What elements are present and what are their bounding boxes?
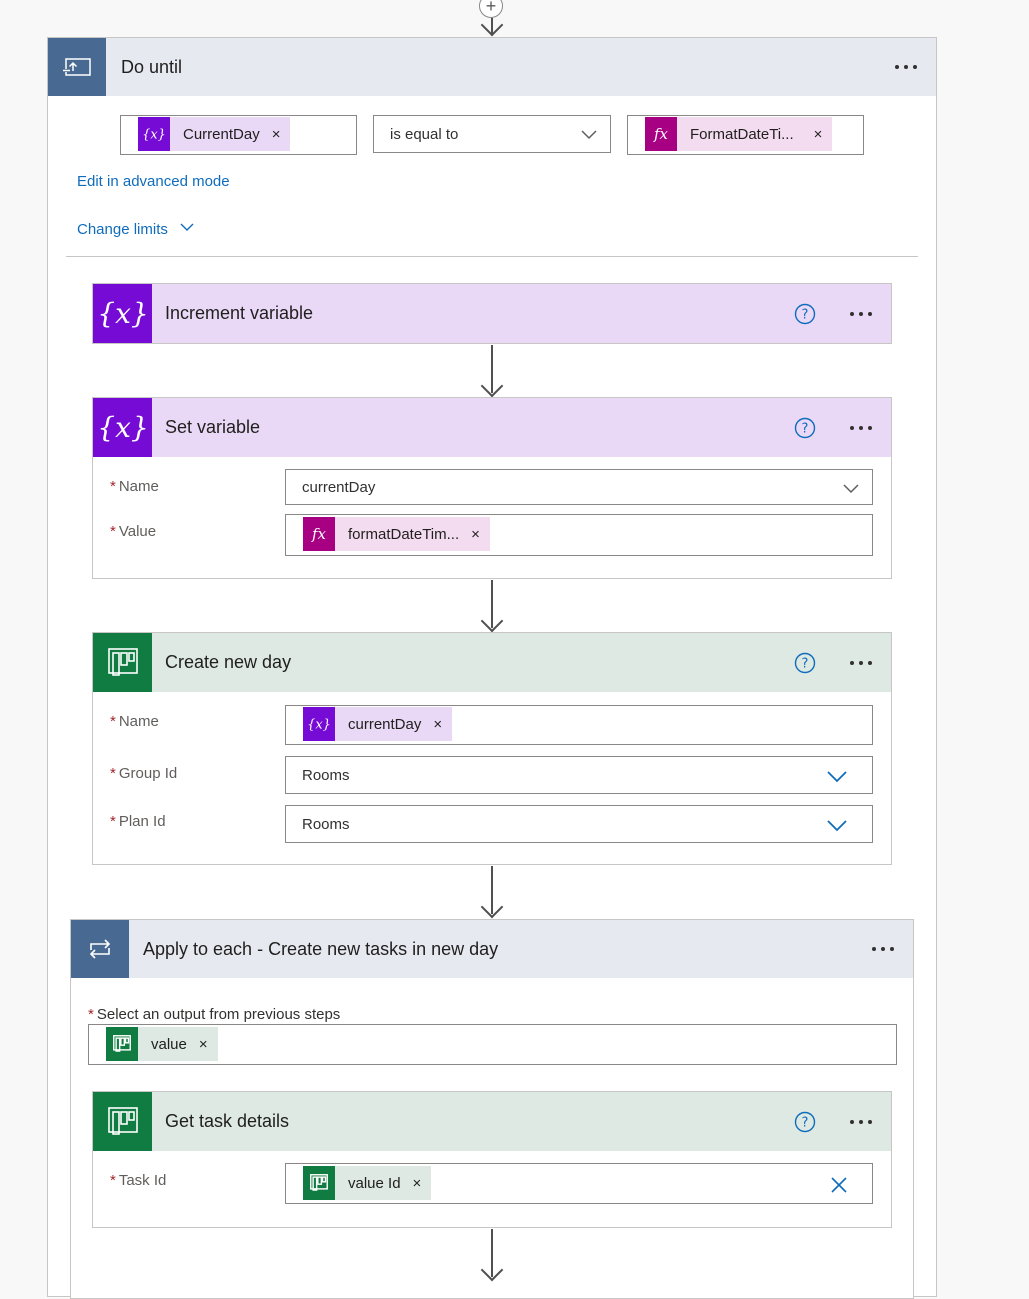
remove-token-icon[interactable]: ×	[459, 527, 490, 542]
condition-right-input[interactable]: fx FormatDateTi... ×	[627, 115, 864, 155]
remove-token-icon[interactable]: ×	[187, 1037, 218, 1052]
variable-icon: {x}	[93, 284, 152, 343]
do-until-title: Do until	[121, 57, 183, 77]
select-output-input[interactable]: value ×	[88, 1024, 897, 1065]
operator-value: is equal to	[390, 125, 459, 143]
task-id-input[interactable]: value Id ×	[285, 1163, 873, 1204]
get-task-details-title: Get task details	[165, 1111, 290, 1131]
remove-token-icon[interactable]: ×	[794, 127, 833, 142]
token-label: value	[151, 1035, 187, 1053]
set-variable-card: {x} Set variable ? * Name currentDay * Val…	[92, 397, 892, 579]
name-label: * Name	[110, 713, 159, 730]
help-icon[interactable]: ?	[794, 417, 816, 439]
chevron-down-icon	[827, 820, 847, 832]
value-input[interactable]: fx formatDateTim... ×	[285, 514, 873, 556]
name-value: currentDay	[302, 478, 376, 496]
planner-icon	[93, 633, 152, 692]
token-label: FormatDateTi...	[690, 125, 794, 143]
condition-left-input[interactable]: {x} CurrentDay ×	[120, 115, 357, 155]
do-until-icon	[48, 38, 106, 96]
set-variable-title: Set variable	[165, 417, 261, 437]
name-input[interactable]: {x} currentDay ×	[285, 705, 873, 745]
token-label: CurrentDay	[183, 125, 260, 143]
svg-text:{x}: {x}	[99, 297, 147, 330]
chevron-down-icon	[180, 223, 194, 231]
help-icon[interactable]: ?	[794, 303, 816, 325]
token-label: value Id	[348, 1174, 401, 1192]
variable-token[interactable]: {x} currentDay ×	[303, 707, 453, 741]
apply-to-each-title: Apply to each - Create new tasks in new …	[143, 939, 499, 959]
svg-text:?: ?	[802, 657, 809, 672]
increment-variable-card[interactable]: {x} Increment variable ?	[92, 283, 892, 344]
change-limits-label: Change limits	[77, 221, 168, 238]
more-options-icon[interactable]	[841, 648, 881, 678]
condition-operator-select[interactable]: is equal to	[373, 115, 611, 153]
remove-token-icon[interactable]: ×	[421, 717, 452, 732]
svg-text:?: ?	[802, 1116, 809, 1131]
divider	[66, 256, 918, 257]
chevron-down-icon	[843, 484, 859, 494]
remove-token-icon[interactable]: ×	[260, 127, 291, 142]
increment-variable-title: Increment variable	[165, 303, 314, 323]
expression-token[interactable]: fx FormatDateTi... ×	[645, 117, 833, 151]
planner-icon	[106, 1027, 138, 1061]
variable-icon: {x}	[93, 398, 152, 457]
dynamic-content-token[interactable]: value Id ×	[303, 1166, 432, 1200]
help-icon[interactable]: ?	[794, 652, 816, 674]
chevron-down-icon	[827, 771, 847, 783]
planner-icon	[93, 1092, 152, 1151]
create-new-day-card: Create new day ? * Name {x} currentDay × …	[92, 632, 892, 865]
planner-icon	[303, 1166, 335, 1200]
task-id-label: * Task Id	[110, 1172, 167, 1189]
get-task-details-header[interactable]: Get task details ?	[93, 1092, 891, 1151]
change-limits-link[interactable]: Change limits	[77, 221, 194, 238]
svg-text:{x}: {x}	[308, 718, 330, 733]
clear-icon[interactable]	[830, 1176, 848, 1194]
plan-id-value: Rooms	[302, 815, 350, 833]
name-select[interactable]: currentDay	[285, 469, 873, 505]
svg-text:fx: fx	[311, 525, 327, 543]
more-options-icon[interactable]	[863, 934, 903, 964]
name-label: * Name	[110, 478, 159, 495]
do-until-header[interactable]: Do until	[48, 38, 936, 96]
variable-icon: {x}	[138, 117, 170, 151]
select-output-label: * Select an output from previous steps	[88, 1006, 341, 1023]
svg-text:?: ?	[802, 308, 809, 323]
expression-token[interactable]: fx formatDateTim... ×	[303, 517, 490, 551]
more-options-icon[interactable]	[841, 299, 881, 329]
dynamic-content-token[interactable]: value ×	[106, 1027, 218, 1061]
set-variable-header[interactable]: {x} Set variable ?	[93, 398, 891, 457]
group-id-label: * Group Id	[110, 765, 178, 782]
svg-text:fx: fx	[653, 125, 669, 143]
create-new-day-header[interactable]: Create new day ?	[93, 633, 891, 692]
help-icon[interactable]: ?	[794, 1111, 816, 1133]
loop-icon	[71, 920, 129, 978]
apply-to-each-header[interactable]: Apply to each - Create new tasks in new …	[71, 920, 913, 978]
remove-token-icon[interactable]: ×	[401, 1176, 432, 1191]
fx-icon: fx	[303, 517, 335, 551]
token-label: formatDateTim...	[348, 525, 460, 543]
more-options-icon[interactable]	[841, 413, 881, 443]
edit-advanced-link[interactable]: Edit in advanced mode	[77, 173, 230, 190]
create-new-day-title: Create new day	[165, 652, 292, 672]
chevron-down-icon	[581, 130, 597, 140]
fx-icon: fx	[645, 117, 677, 151]
group-id-value: Rooms	[302, 766, 350, 784]
group-id-select[interactable]: Rooms	[285, 756, 873, 794]
plan-id-label: * Plan Id	[110, 813, 166, 830]
connector-arrow	[480, 13, 504, 37]
more-options-icon[interactable]	[841, 1107, 881, 1137]
variable-icon: {x}	[303, 707, 335, 741]
svg-text:{x}: {x}	[143, 128, 165, 143]
svg-text:?: ?	[802, 422, 809, 437]
plan-id-select[interactable]: Rooms	[285, 805, 873, 843]
svg-text:{x}: {x}	[99, 411, 147, 444]
more-options-icon[interactable]	[886, 52, 926, 82]
token-label: currentDay	[348, 715, 422, 733]
variable-token[interactable]: {x} CurrentDay ×	[138, 117, 291, 151]
value-label: * Value	[110, 523, 157, 540]
get-task-details-card: Get task details ? * Task Id value Id ×	[92, 1091, 892, 1228]
increment-variable-header[interactable]: {x} Increment variable ?	[93, 284, 891, 343]
